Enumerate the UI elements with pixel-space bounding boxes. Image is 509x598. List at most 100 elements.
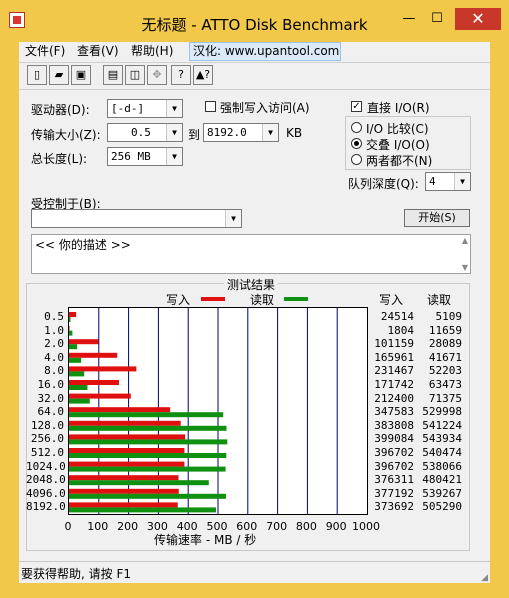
status-bar: 要获得帮助, 请按 F1 ◢: [19, 561, 490, 584]
direct-io-checkbox[interactable]: ✓: [351, 101, 362, 112]
scroll-up-icon[interactable]: ▲: [462, 236, 468, 245]
drive-select[interactable]: [-d-] ▼: [107, 99, 183, 118]
force-write-label: 强制写入访问(A): [220, 101, 310, 115]
read-bar-4.0: [69, 357, 82, 363]
read-value-16.0: 63473: [428, 378, 462, 391]
read-value-8.0: 52203: [428, 364, 462, 378]
io-compare-radio[interactable]: [351, 122, 362, 133]
queue-depth-select[interactable]: 4 ▼: [425, 172, 471, 191]
chevron-down-icon: ▼: [166, 100, 182, 117]
write-legend-swatch: [201, 297, 225, 301]
read-bar-64.0: [69, 412, 224, 418]
queue-depth-label: 队列深度(Q):: [348, 177, 419, 191]
write-legend-label: 写入: [166, 293, 191, 307]
write-value-2.0: 101159: [374, 337, 414, 351]
menu-localization[interactable]: 汉化: www.upantool.com: [193, 43, 339, 60]
read-value-32.0: 71375: [428, 391, 462, 405]
print-icon[interactable]: ▤: [103, 65, 123, 85]
chevron-down-icon: ▼: [262, 124, 278, 141]
x-axis-label: 传输速率 - MB / 秒: [154, 533, 257, 547]
chevron-down-icon: ▼: [454, 173, 470, 190]
description-textarea[interactable]: << 你的描述 >> ▲ ▼: [31, 234, 471, 274]
write-value-4096.0: 377192: [374, 486, 414, 500]
read-value-8192.0: 505290: [422, 500, 462, 514]
y-tick-256.0: 256.0: [30, 432, 64, 446]
y-tick-4.0: 4.0: [44, 350, 64, 364]
write-value-2048.0: 376311: [374, 473, 414, 487]
transfer-from-select[interactable]: 0.5 ▼: [107, 123, 183, 142]
minimize-button[interactable]: —: [396, 9, 422, 29]
write-value-8.0: 231467: [374, 364, 414, 378]
read-value-4096.0: 539267: [422, 486, 462, 500]
read-column-header: 读取: [427, 293, 452, 307]
y-tick-16.0: 16.0: [37, 378, 65, 391]
y-tick-512.0: 512.0: [30, 446, 64, 459]
menu-help[interactable]: 帮助(H): [131, 43, 173, 60]
read-bar-32.0: [69, 398, 90, 404]
y-tick-0.5: 0.5: [44, 310, 64, 323]
write-bar-32.0: [69, 393, 131, 399]
resize-grip-icon[interactable]: ◢: [481, 573, 488, 583]
write-value-128.0: 383808: [374, 418, 414, 432]
save-icon[interactable]: ▣: [71, 65, 91, 85]
chart-svg: [69, 308, 338, 514]
maximize-button[interactable]: ☐: [424, 9, 450, 29]
y-tick-1024.0: 1024.0: [26, 459, 66, 473]
read-bar-0.5: [69, 317, 71, 322]
write-value-8192.0: 373692: [374, 500, 414, 514]
help-icon[interactable]: ?: [171, 65, 191, 85]
new-icon[interactable]: ▯: [27, 65, 47, 85]
close-button[interactable]: ✕: [455, 8, 501, 30]
transfer-from-value: 0.5: [131, 126, 151, 139]
overlap-io-radio[interactable]: [351, 138, 362, 149]
write-value-4.0: 165961: [374, 350, 414, 364]
context-help-icon[interactable]: ▲?: [193, 65, 213, 85]
write-bar-512.0: [69, 448, 185, 453]
y-tick-2048.0: 2048.0: [26, 473, 66, 487]
write-value-32.0: 212400: [374, 391, 414, 405]
y-tick-128.0: 128.0: [30, 418, 64, 432]
write-bar-128.0: [69, 420, 181, 426]
drive-label: 驱动器(D):: [31, 103, 90, 117]
print-preview-icon[interactable]: ◫: [125, 65, 145, 85]
move-icon[interactable]: ✥: [147, 65, 167, 85]
y-tick-64.0: 64.0: [37, 405, 65, 419]
write-bar-256.0: [69, 434, 186, 440]
chevron-down-icon: ▼: [166, 124, 182, 141]
write-bar-2048.0: [69, 475, 179, 481]
read-bar-512.0: [69, 453, 227, 458]
write-bar-8.0: [69, 366, 137, 372]
transfer-to-select[interactable]: 8192.0 ▼: [203, 123, 279, 142]
read-value-0.5: 5109: [435, 310, 463, 323]
controlled-by-select[interactable]: ▼: [31, 209, 242, 228]
start-button[interactable]: 开始(S): [404, 209, 470, 227]
read-value-4.0: 41671: [428, 350, 462, 364]
write-column-header: 写入: [379, 293, 404, 307]
write-bar-2.0: [69, 339, 99, 345]
total-length-select[interactable]: 256 MB ▼: [107, 147, 183, 166]
x-tick-1000: 1000: [352, 520, 380, 533]
read-value-2048.0: 480421: [422, 473, 462, 487]
chart-plot-area: [68, 307, 368, 515]
read-bar-256.0: [69, 439, 228, 445]
menu-file[interactable]: 文件(F): [25, 43, 65, 60]
read-bar-2.0: [69, 344, 78, 350]
y-tick-4096.0: 4096.0: [26, 486, 66, 500]
read-value-128.0: 541224: [422, 418, 462, 432]
write-value-0.5: 24514: [380, 310, 414, 323]
write-bar-16.0: [69, 380, 119, 385]
write-bar-4096.0: [69, 488, 179, 494]
force-write-checkbox[interactable]: [205, 101, 216, 112]
status-text: 要获得帮助, 请按 F1: [21, 567, 131, 581]
chevron-down-icon: ▼: [225, 210, 241, 227]
scroll-down-icon[interactable]: ▼: [462, 263, 468, 272]
write-value-64.0: 347583: [374, 405, 414, 419]
y-tick-32.0: 32.0: [37, 391, 65, 405]
open-icon[interactable]: ▰: [49, 65, 69, 85]
transfer-to-value: 8192.0: [207, 126, 247, 139]
write-value-1024.0: 396702: [374, 459, 414, 473]
menu-view[interactable]: 查看(V): [77, 43, 119, 60]
neither-radio[interactable]: [351, 154, 362, 165]
direct-io-label: 直接 I/O(R): [367, 101, 430, 115]
y-tick-1.0: 1.0: [44, 323, 64, 337]
